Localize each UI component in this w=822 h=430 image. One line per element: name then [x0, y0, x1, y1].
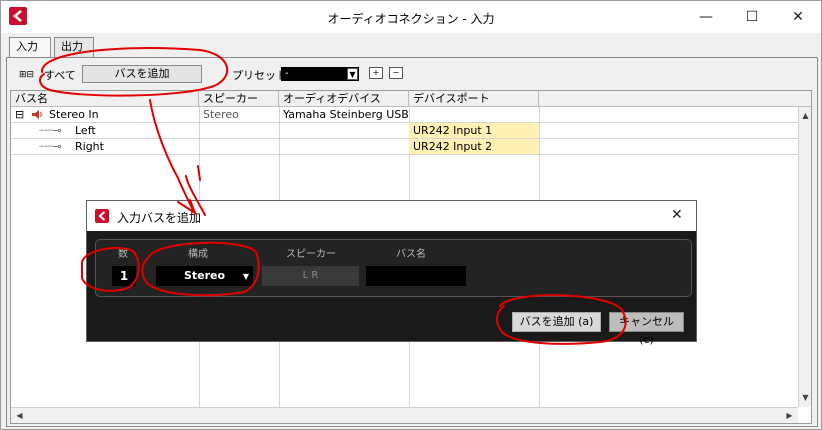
configuration-value: Stereo — [183, 269, 226, 282]
preset-select[interactable]: - ▼ — [281, 67, 359, 81]
column-header-device-port[interactable]: デバイスポート — [409, 91, 539, 107]
horizontal-scrollbar[interactable]: ◀ ▶ — [11, 407, 798, 423]
audio-connections-window: オーディオコネクション - 入力 — ☐ ✕ 入力 出力 ⊞⊟ すべて バスを追… — [0, 0, 822, 430]
channel-name-cell: Right — [75, 140, 104, 153]
tab-output[interactable]: 出力 — [54, 37, 94, 57]
scroll-left-icon[interactable]: ◀ — [13, 409, 26, 423]
dialog-title: 入力バスを追加 — [117, 211, 202, 225]
count-header: 数 — [118, 249, 128, 260]
speaker-header: スピーカー — [286, 249, 336, 260]
all-label: すべて — [44, 69, 76, 82]
bus-name-header: バス名 — [396, 249, 426, 260]
scroll-up-icon[interactable]: ▲ — [799, 109, 812, 123]
vertical-scrollbar[interactable]: ▲ ▼ — [798, 107, 811, 407]
channel-name-cell: Left — [75, 124, 96, 137]
configuration-select[interactable]: Stereo ▼ — [156, 266, 253, 286]
tab-input[interactable]: 入力 — [9, 37, 51, 58]
minimize-button[interactable]: — — [683, 1, 729, 33]
expand-collapse-all-icon[interactable]: ⊞⊟ — [19, 70, 39, 80]
speaker-cell: Stereo — [203, 108, 239, 121]
dialog-title-bar: 入力バスを追加 ✕ — [87, 201, 696, 231]
bus-settings-group: 数 構成 スピーカー バス名 1 Stereo ▼ L R — [95, 239, 692, 297]
dialog-close-button[interactable]: ✕ — [671, 207, 683, 223]
chevron-down-icon: ▼ — [347, 68, 358, 80]
delete-preset-icon[interactable]: − — [389, 67, 403, 79]
scroll-down-icon[interactable]: ▼ — [799, 391, 812, 405]
tree-connector-icon: ┈┈⊸ — [39, 140, 62, 153]
column-header-audio-device[interactable]: オーディオデバイス — [279, 91, 409, 107]
preset-label: プリセット — [232, 69, 287, 82]
scroll-right-icon[interactable]: ▶ — [783, 409, 796, 423]
audio-device-cell[interactable]: Yamaha Steinberg USB AS — [279, 107, 409, 122]
table-row[interactable]: ┈┈⊸ Left UR242 Input 1 — [11, 123, 798, 139]
column-header-bus-name[interactable]: バス名 — [11, 91, 199, 107]
table-row[interactable]: ┈┈⊸ Right UR242 Input 2 — [11, 139, 798, 155]
bus-count-field[interactable]: 1 — [112, 266, 136, 286]
add-bus-confirm-button[interactable]: バスを追加 (a) — [512, 312, 601, 332]
preset-value: - — [285, 68, 289, 79]
cancel-button[interactable]: キャンセル (c) — [609, 312, 684, 346]
save-preset-icon[interactable]: + — [369, 67, 383, 79]
speaker-icon — [32, 110, 42, 119]
maximize-button[interactable]: ☐ — [729, 1, 775, 33]
column-header-speaker[interactable]: スピーカー — [199, 91, 279, 107]
bus-name-cell: Stereo In — [49, 108, 99, 121]
bus-name-field[interactable] — [366, 266, 466, 286]
tree-connector-icon: ┈┈⊸ — [39, 124, 62, 137]
config-header: 構成 — [188, 249, 208, 260]
add-input-bus-dialog: 入力バスを追加 ✕ 数 構成 スピーカー バス名 1 Stereo ▼ L R … — [86, 200, 697, 346]
add-bus-button[interactable]: バスを追加 — [82, 65, 202, 83]
device-port-cell[interactable]: UR242 Input 2 — [409, 139, 539, 154]
chevron-down-icon: ▼ — [242, 272, 249, 281]
title-bar: オーディオコネクション - 入力 — ☐ ✕ — [1, 1, 821, 33]
cubase-logo-icon — [95, 209, 109, 223]
table-header: バス名 スピーカー オーディオデバイス デバイスポート — [11, 91, 811, 107]
speaker-field: L R — [262, 266, 359, 286]
table-row[interactable]: ⊟ Stereo In Stereo Yamaha Steinberg USB … — [11, 107, 798, 123]
close-button[interactable]: ✕ — [775, 1, 821, 33]
device-port-cell[interactable]: UR242 Input 1 — [409, 123, 539, 138]
